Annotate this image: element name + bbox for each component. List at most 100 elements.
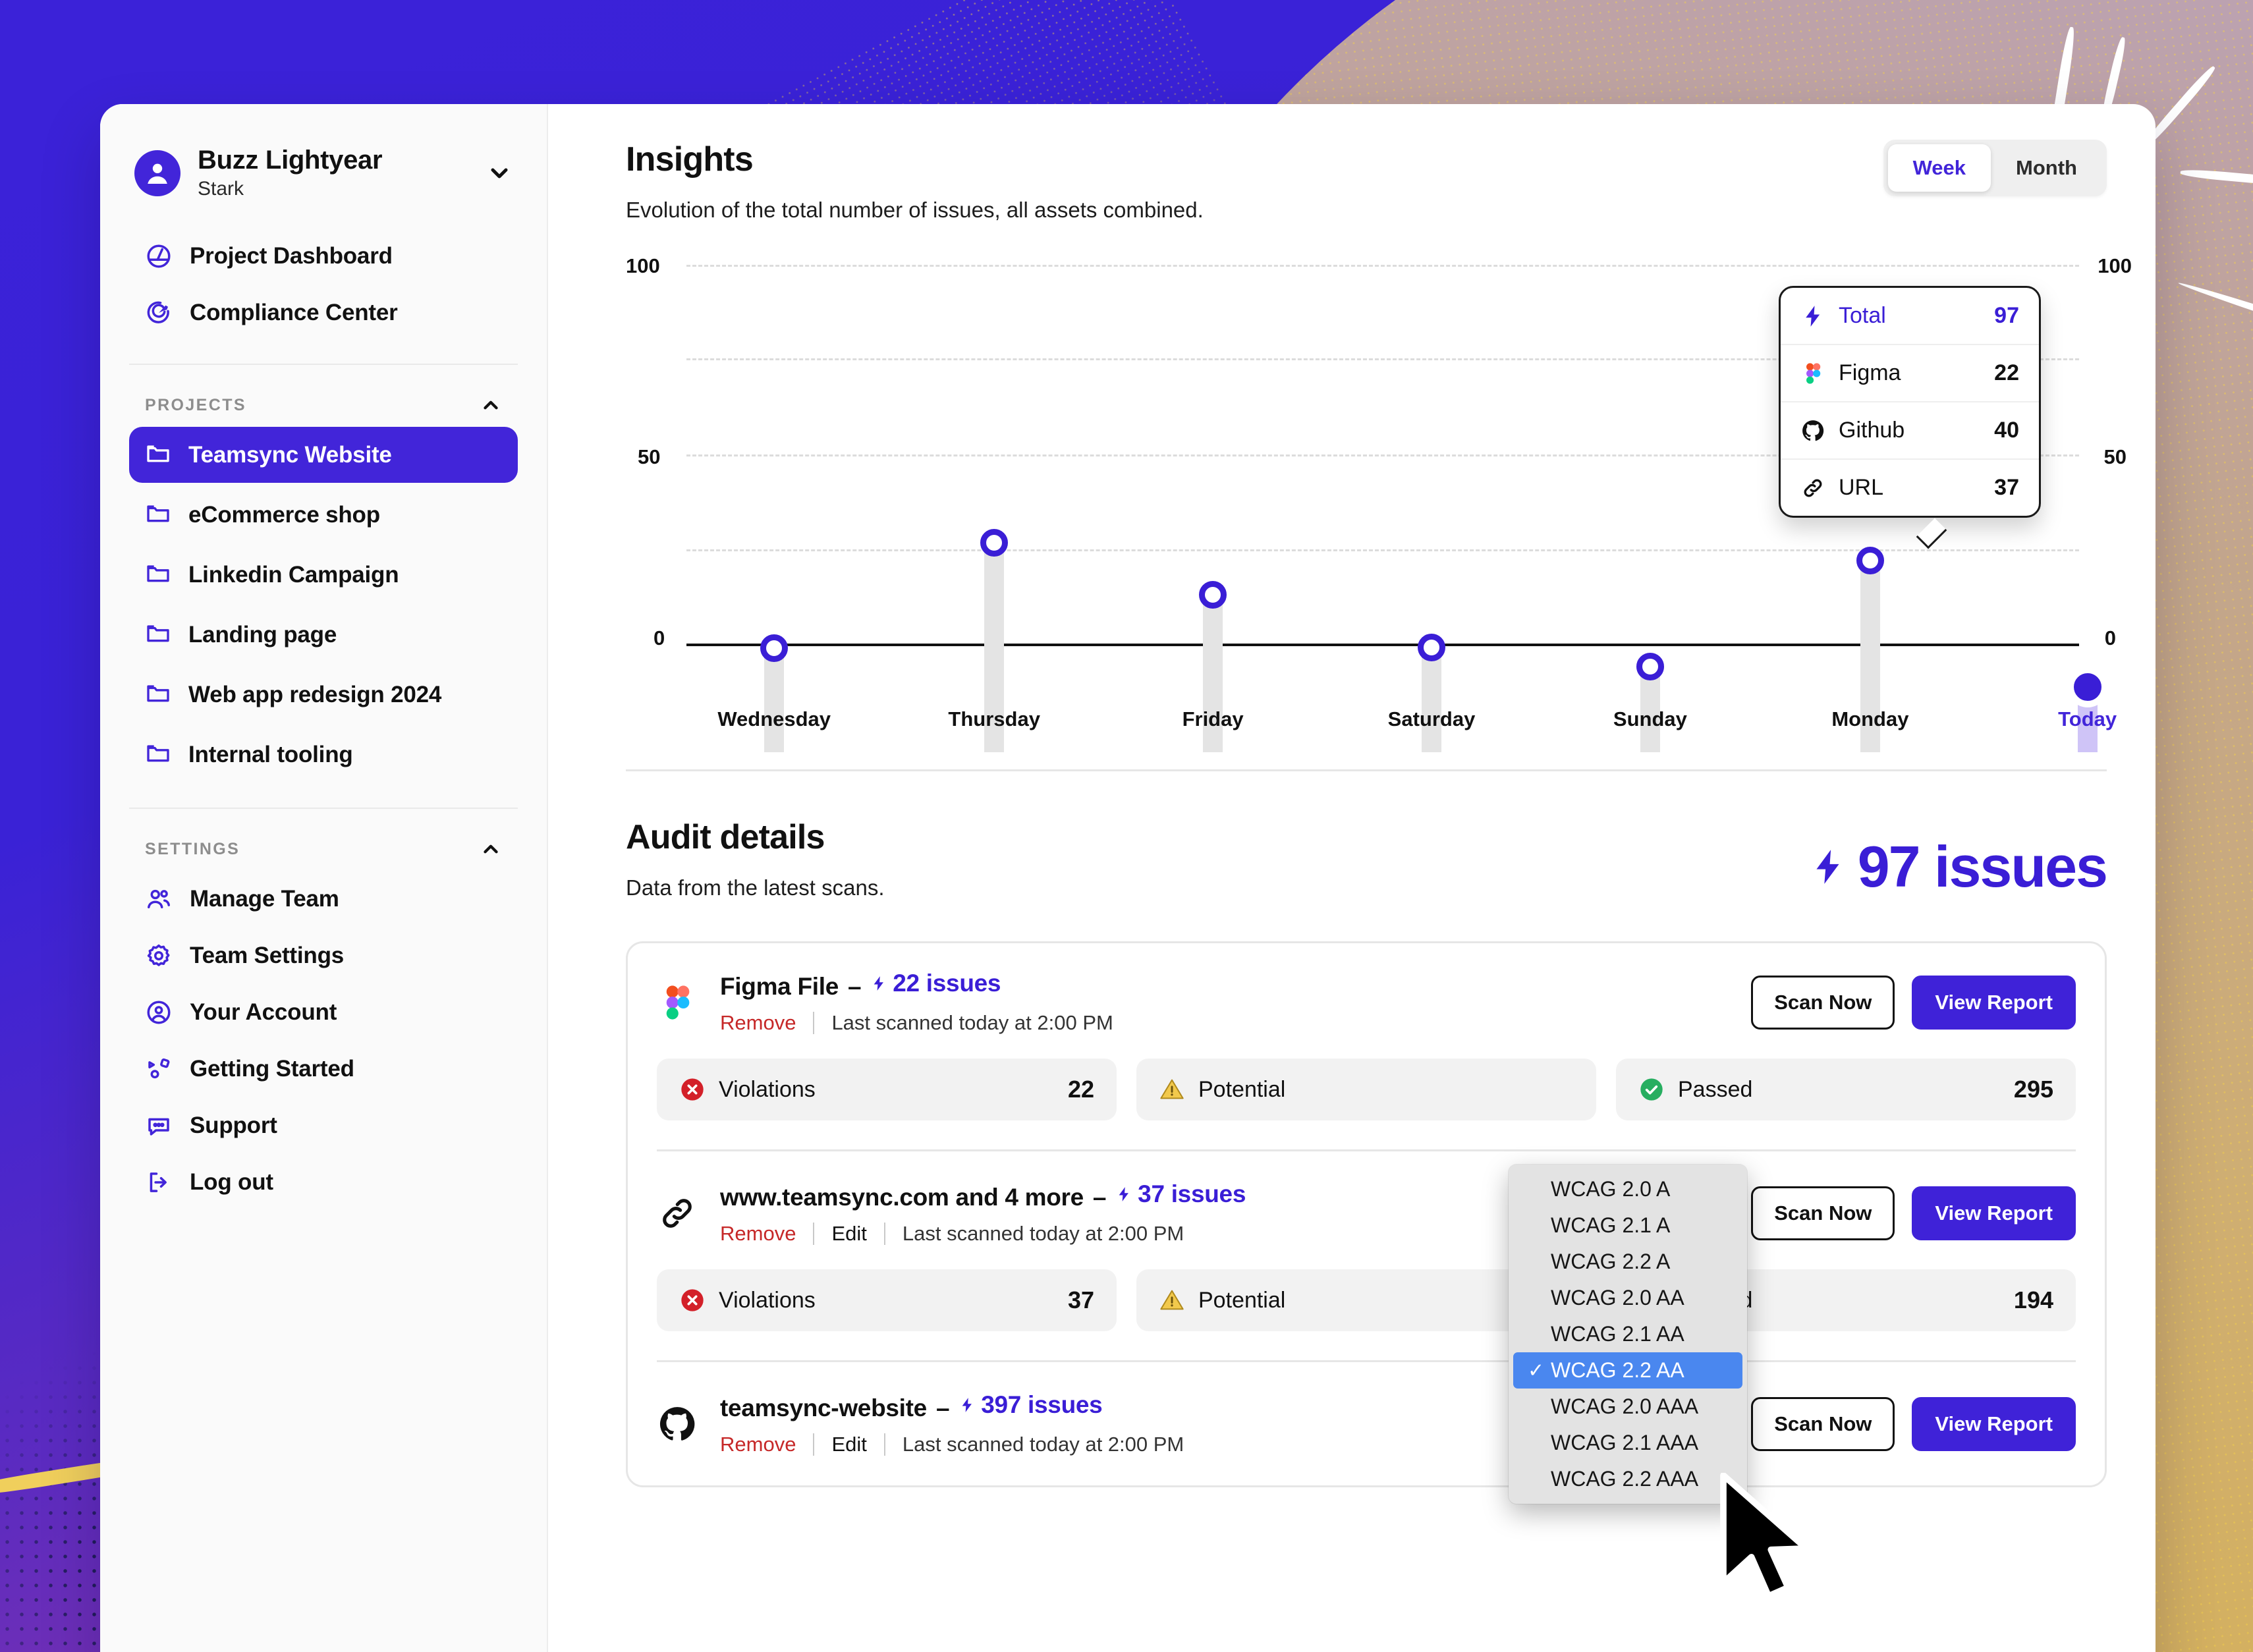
asset-dash: – bbox=[847, 973, 862, 1000]
data-dot bbox=[1199, 581, 1227, 609]
sidebar-item-manage-team[interactable]: Manage Team bbox=[129, 871, 518, 927]
dropdown-option-label: WCAG 2.2 AA bbox=[1551, 1358, 1684, 1382]
sidebar-item-internal-tooling[interactable]: Internal tooling bbox=[129, 727, 518, 783]
edit-button[interactable]: Edit bbox=[831, 1222, 866, 1246]
app-window: Buzz Lightyear Stark Project Dashboard C… bbox=[100, 104, 2156, 1652]
tooltip-value: 40 bbox=[1994, 418, 2019, 443]
range-week-button[interactable]: Week bbox=[1887, 144, 1991, 192]
audit-card: Figma File – 22 issues Remove Last scann… bbox=[626, 941, 2107, 1487]
remove-button[interactable]: Remove bbox=[720, 1222, 796, 1246]
dropdown-option-wcag-21-aaa[interactable]: WCAG 2.1 AAA bbox=[1509, 1425, 1747, 1461]
insights-subtitle: Evolution of the total number of issues,… bbox=[626, 198, 1204, 222]
audit-stats-url: Violations 37 Potential Passed 194 bbox=[657, 1269, 2076, 1331]
bolt-icon bbox=[962, 1398, 972, 1412]
link-icon bbox=[1800, 476, 1825, 501]
logout-icon bbox=[145, 1169, 173, 1196]
chevron-up-icon[interactable] bbox=[480, 394, 502, 416]
edit-button[interactable]: Edit bbox=[831, 1433, 866, 1456]
bolt-icon bbox=[1119, 1187, 1129, 1201]
sidebar-item-support[interactable]: Support bbox=[129, 1097, 518, 1154]
view-report-button[interactable]: View Report bbox=[1912, 975, 2076, 1030]
settings-section-header[interactable]: SETTINGS bbox=[129, 813, 518, 871]
sidebar-item-compliance-center[interactable]: Compliance Center bbox=[129, 285, 518, 341]
sidebar-item-label: eCommerce shop bbox=[188, 501, 380, 528]
bolt-icon bbox=[874, 976, 884, 991]
meta-separator bbox=[883, 1433, 885, 1456]
audit-subtitle: Data from the latest scans. bbox=[626, 875, 885, 900]
x-axis-label-today: Today bbox=[2058, 707, 2117, 730]
users-icon bbox=[145, 885, 173, 913]
stat-value: 295 bbox=[2013, 1076, 2053, 1103]
sidebar-item-label: Project Dashboard bbox=[190, 243, 393, 269]
sidebar-item-web-app-redesign-2024[interactable]: Web app redesign 2024 bbox=[129, 667, 518, 723]
tooltip-row-figma: Figma 22 bbox=[1781, 345, 2039, 402]
remove-button[interactable]: Remove bbox=[720, 1433, 796, 1456]
y-axis-tick-left-50: 50 bbox=[638, 445, 661, 468]
tooltip-value: 22 bbox=[1994, 360, 2019, 385]
figma-icon bbox=[657, 980, 698, 1025]
warning-icon bbox=[1159, 1076, 1185, 1103]
asset-dash: – bbox=[935, 1394, 950, 1421]
github-icon bbox=[1800, 418, 1825, 443]
dropdown-option-wcag-21-a[interactable]: WCAG 2.1 A bbox=[1509, 1207, 1747, 1244]
sidebar-item-your-account[interactable]: Your Account bbox=[129, 984, 518, 1041]
last-scanned-label: Last scanned today at 2:00 PM bbox=[902, 1222, 1184, 1245]
section-divider bbox=[626, 769, 2107, 771]
projects-section-header[interactable]: PROJECTS bbox=[129, 369, 518, 427]
stat-violations: Violations 37 bbox=[657, 1269, 1117, 1331]
meta-separator bbox=[813, 1223, 815, 1245]
asset-actions: Scan Now View Report bbox=[1751, 975, 2076, 1030]
sidebar-item-label: Manage Team bbox=[190, 886, 339, 912]
wcag-level-dropdown-menu[interactable]: WCAG 2.0 A WCAG 2.1 A WCAG 2.2 A WCAG 2.… bbox=[1509, 1165, 1747, 1504]
audit-total-issues: 97 issues bbox=[1808, 833, 2108, 900]
audit-total-issues-label: 97 issues bbox=[1857, 834, 2108, 899]
data-dot bbox=[1856, 547, 1884, 574]
sidebar-item-label: Getting Started bbox=[190, 1056, 354, 1082]
dropdown-option-wcag-20-aaa[interactable]: WCAG 2.0 AAA bbox=[1509, 1389, 1747, 1425]
remove-button[interactable]: Remove bbox=[720, 1011, 796, 1035]
sidebar-item-label: Web app redesign 2024 bbox=[188, 681, 442, 707]
dropdown-option-wcag-22-aaa[interactable]: WCAG 2.2 AAA bbox=[1509, 1461, 1747, 1497]
warning-icon bbox=[1159, 1287, 1185, 1313]
dropdown-option-wcag-21-aa[interactable]: WCAG 2.1 AA bbox=[1509, 1316, 1747, 1352]
sidebar-item-teamsync-website[interactable]: Teamsync Website bbox=[129, 427, 518, 483]
scan-now-button[interactable]: Scan Now bbox=[1751, 1396, 1895, 1451]
tooltip-row-total: Total 97 bbox=[1781, 288, 2039, 345]
folder-icon bbox=[145, 500, 171, 530]
check-mark-icon: ✓ bbox=[1528, 1360, 1545, 1381]
dropdown-option-wcag-22-aa[interactable]: ✓ WCAG 2.2 AA bbox=[1513, 1352, 1742, 1389]
sidebar-item-landing-page[interactable]: Landing page bbox=[129, 607, 518, 663]
meta-separator bbox=[813, 1012, 815, 1034]
chevron-up-icon[interactable] bbox=[480, 838, 502, 860]
github-icon bbox=[657, 1402, 698, 1446]
scan-now-button[interactable]: Scan Now bbox=[1751, 1186, 1895, 1240]
error-icon bbox=[679, 1287, 706, 1313]
dropdown-option-wcag-22-a[interactable]: WCAG 2.2 A bbox=[1509, 1244, 1747, 1280]
tooltip-value: 37 bbox=[1994, 475, 2019, 500]
sidebar-divider-2 bbox=[129, 808, 518, 810]
sidebar-item-ecommerce-shop[interactable]: eCommerce shop bbox=[129, 487, 518, 543]
account-switcher[interactable]: Buzz Lightyear Stark bbox=[129, 104, 518, 228]
dropdown-option-wcag-20-a[interactable]: WCAG 2.0 A bbox=[1509, 1171, 1747, 1207]
sidebar-item-label: Linkedin Campaign bbox=[188, 561, 399, 588]
asset-issue-count: 37 issues bbox=[1115, 1180, 1246, 1208]
sidebar-item-label: Compliance Center bbox=[190, 300, 398, 326]
stat-label: Violations bbox=[719, 1287, 816, 1313]
sidebar-item-team-settings[interactable]: Team Settings bbox=[129, 927, 518, 984]
audit-row-divider-2 bbox=[657, 1360, 2076, 1362]
sidebar-item-log-out[interactable]: Log out bbox=[129, 1154, 518, 1211]
audit-row-figma: Figma File – 22 issues Remove Last scann… bbox=[657, 970, 2076, 1035]
range-month-button[interactable]: Month bbox=[1991, 144, 2102, 192]
folder-icon bbox=[145, 620, 171, 649]
bolt-icon bbox=[1816, 850, 1839, 884]
sidebar-item-project-dashboard[interactable]: Project Dashboard bbox=[129, 228, 518, 285]
view-report-button[interactable]: View Report bbox=[1912, 1186, 2076, 1240]
view-report-button[interactable]: View Report bbox=[1912, 1396, 2076, 1451]
folder-icon bbox=[145, 680, 171, 709]
sidebar-item-linkedin-campaign[interactable]: Linkedin Campaign bbox=[129, 547, 518, 603]
scan-now-button[interactable]: Scan Now bbox=[1751, 975, 1895, 1030]
sidebar-item-getting-started[interactable]: Getting Started bbox=[129, 1041, 518, 1097]
y-axis-tick-right-100: 100 bbox=[2098, 254, 2132, 277]
dropdown-option-wcag-20-aa[interactable]: WCAG 2.0 AA bbox=[1509, 1280, 1747, 1316]
audit-stats-figma: Violations 22 Potential Passed 295 bbox=[657, 1059, 2076, 1120]
